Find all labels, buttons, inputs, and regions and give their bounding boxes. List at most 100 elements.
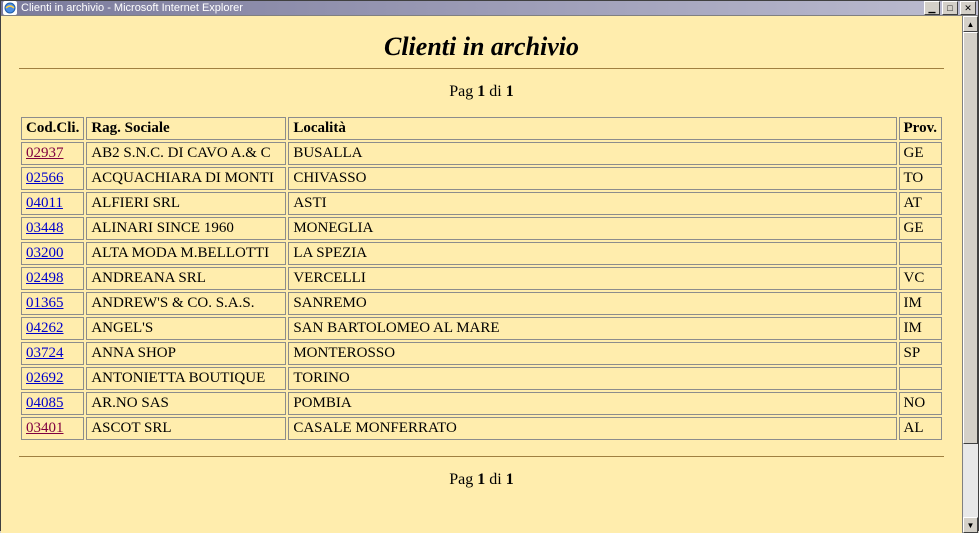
table-row: 01365 ANDREW'S & CO. S.A.S.SANREMOIM: [21, 292, 942, 315]
cell-prov: SP: [899, 342, 942, 365]
pager-mid: di: [485, 83, 505, 100]
cell-loc: ASTI: [288, 192, 896, 215]
client-code-link[interactable]: 02498: [26, 270, 64, 286]
window: Clienti in archivio - Microsoft Internet…: [0, 0, 979, 531]
table-row: 03724 ANNA SHOPMONTEROSSOSP: [21, 342, 942, 365]
client-code-link[interactable]: 03448: [26, 220, 64, 236]
page-viewport[interactable]: Clienti in archivio Pag 1 di 1 Cod.Cli. …: [1, 16, 962, 533]
client-code-link[interactable]: 04011: [26, 195, 63, 211]
cell-cod: 02566: [21, 167, 84, 190]
cell-cod: 01365: [21, 292, 84, 315]
table-row: 02498 ANDREANA SRLVERCELLIVC: [21, 267, 942, 290]
titlebar: Clienti in archivio - Microsoft Internet…: [1, 1, 978, 15]
cell-loc: MONEGLIA: [288, 217, 896, 240]
table-row: 04011ALFIERI SRLASTIAT: [21, 192, 942, 215]
cell-cod: 02692: [21, 367, 84, 390]
cell-rag: ALINARI SINCE 1960: [86, 217, 286, 240]
col-header-loc: Località: [288, 117, 896, 140]
cell-rag: AB2 S.N.C. DI CAVO A.& C: [86, 142, 286, 165]
cell-loc: SANREMO: [288, 292, 896, 315]
cell-rag: ALTA MODA M.BELLOTTI: [86, 242, 286, 265]
pager-total: 1: [506, 471, 514, 488]
clients-table: Cod.Cli. Rag. Sociale Località Prov. 029…: [19, 115, 944, 442]
cell-cod: 04262: [21, 317, 84, 340]
maximize-icon: □: [947, 4, 952, 13]
cell-rag: ASCOT SRL: [86, 417, 286, 440]
cell-prov: AT: [899, 192, 942, 215]
close-icon: ✕: [964, 4, 972, 13]
client-area: Clienti in archivio Pag 1 di 1 Cod.Cli. …: [1, 15, 978, 533]
client-code-link[interactable]: 02566: [26, 170, 64, 186]
client-code-link[interactable]: 02937: [26, 145, 64, 161]
col-header-rag: Rag. Sociale: [86, 117, 286, 140]
client-code-link[interactable]: 03200: [26, 245, 64, 261]
cell-loc: LA SPEZIA: [288, 242, 896, 265]
scroll-thumb[interactable]: [963, 32, 978, 444]
cell-rag: ANDREANA SRL: [86, 267, 286, 290]
cell-cod: 04085: [21, 392, 84, 415]
cell-prov: GE: [899, 217, 942, 240]
cell-rag: ANNA SHOP: [86, 342, 286, 365]
cell-cod: 03401: [21, 417, 84, 440]
cell-prov: [899, 367, 942, 390]
table-row: 02937 AB2 S.N.C. DI CAVO A.& CBUSALLAGE: [21, 142, 942, 165]
cell-loc: CASALE MONFERRATO: [288, 417, 896, 440]
cell-prov: IM: [899, 317, 942, 340]
cell-cod: 04011: [21, 192, 84, 215]
cell-prov: VC: [899, 267, 942, 290]
col-header-cod: Cod.Cli.: [21, 117, 84, 140]
cell-rag: ANTONIETTA BOUTIQUE: [86, 367, 286, 390]
cell-loc: POMBIA: [288, 392, 896, 415]
close-button[interactable]: ✕: [960, 1, 976, 15]
table-row: 02566ACQUACHIARA DI MONTICHIVASSOTO: [21, 167, 942, 190]
pager-bottom: Pag 1 di 1: [19, 471, 944, 489]
pager-prefix: Pag: [449, 471, 477, 488]
cell-rag: ACQUACHIARA DI MONTI: [86, 167, 286, 190]
client-code-link[interactable]: 01365: [26, 295, 64, 311]
scroll-up-button[interactable]: ▲: [963, 16, 978, 32]
cell-prov: NO: [899, 392, 942, 415]
pager-mid: di: [485, 471, 505, 488]
cell-cod: 03448: [21, 217, 84, 240]
ie-icon: [3, 1, 17, 15]
scroll-track[interactable]: [963, 32, 978, 517]
client-code-link[interactable]: 03401: [26, 420, 64, 436]
vertical-scrollbar[interactable]: ▲ ▼: [962, 16, 978, 533]
cell-loc: CHIVASSO: [288, 167, 896, 190]
cell-cod: 02498: [21, 267, 84, 290]
cell-cod: 03724: [21, 342, 84, 365]
cell-rag: ANDREW'S & CO. S.A.S.: [86, 292, 286, 315]
window-title: Clienti in archivio - Microsoft Internet…: [21, 2, 243, 14]
cell-prov: AL: [899, 417, 942, 440]
table-row: 03448 ALINARI SINCE 1960MONEGLIAGE: [21, 217, 942, 240]
client-code-link[interactable]: 04085: [26, 395, 64, 411]
client-code-link[interactable]: 03724: [26, 345, 64, 361]
cell-loc: MONTEROSSO: [288, 342, 896, 365]
pager-total: 1: [506, 83, 514, 100]
pager-top: Pag 1 di 1: [19, 83, 944, 101]
cell-prov: [899, 242, 942, 265]
table-row: 03200 ALTA MODA M.BELLOTTILA SPEZIA: [21, 242, 942, 265]
table-row: 03401 ASCOT SRLCASALE MONFERRATOAL: [21, 417, 942, 440]
page: Clienti in archivio Pag 1 di 1 Cod.Cli. …: [1, 16, 962, 533]
chevron-down-icon: ▼: [967, 521, 975, 530]
cell-loc: BUSALLA: [288, 142, 896, 165]
maximize-button[interactable]: □: [942, 1, 958, 15]
client-code-link[interactable]: 02692: [26, 370, 64, 386]
cell-loc: TORINO: [288, 367, 896, 390]
client-code-link[interactable]: 04262: [26, 320, 64, 336]
pager-prefix: Pag: [449, 83, 477, 100]
minimize-button[interactable]: ▁: [924, 1, 940, 15]
cell-rag: ANGEL'S: [86, 317, 286, 340]
cell-loc: SAN BARTOLOMEO AL MARE: [288, 317, 896, 340]
col-header-prov: Prov.: [899, 117, 942, 140]
table-row: 04262 ANGEL'SSAN BARTOLOMEO AL MAREIM: [21, 317, 942, 340]
cell-loc: VERCELLI: [288, 267, 896, 290]
cell-cod: 02937: [21, 142, 84, 165]
page-title: Clienti in archivio: [19, 32, 944, 62]
cell-prov: GE: [899, 142, 942, 165]
table-header-row: Cod.Cli. Rag. Sociale Località Prov.: [21, 117, 942, 140]
cell-prov: IM: [899, 292, 942, 315]
table-row: 04085AR.NO SASPOMBIANO: [21, 392, 942, 415]
table-row: 02692 ANTONIETTA BOUTIQUETORINO: [21, 367, 942, 390]
